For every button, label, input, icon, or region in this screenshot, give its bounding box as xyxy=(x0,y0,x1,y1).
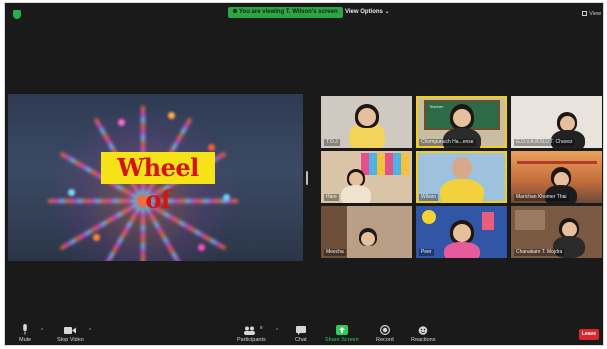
participants-count: 9 xyxy=(260,325,263,330)
participant-video xyxy=(562,222,577,237)
participant-tile[interactable]: Teacher Chompunuch Ha...ense xyxy=(416,96,507,148)
share-screen-button[interactable]: Share Screen xyxy=(325,325,359,343)
participant-video xyxy=(452,157,472,179)
record-icon xyxy=(379,325,390,335)
decoration-background xyxy=(422,210,436,224)
microphone-icon xyxy=(23,324,27,335)
participant-video xyxy=(560,116,575,131)
bridge-background xyxy=(517,161,597,164)
poster-background xyxy=(361,153,409,175)
video-options-caret[interactable]: ^ xyxy=(89,328,91,334)
participant-tile[interactable]: Peer xyxy=(416,206,507,258)
participant-gallery: T.O.J Teacher Chompunuch Ha...ense G.D.V… xyxy=(321,96,603,258)
participant-video xyxy=(341,185,371,203)
screen-share-banner: You are viewing T. Wilson's screen xyxy=(228,7,343,18)
participant-video xyxy=(361,232,375,246)
shield-icon[interactable] xyxy=(13,10,21,19)
shared-screen-view: Wheel of xyxy=(8,94,303,261)
participant-tile[interactable]: G.D.V.A.R.N.U.T. Chavez xyxy=(511,96,602,148)
participant-name: Wilson xyxy=(419,194,439,201)
participant-video xyxy=(349,172,363,186)
participant-name: Meecha xyxy=(324,249,346,256)
wheel-light xyxy=(168,112,175,119)
participant-name: T.O.J xyxy=(324,139,340,146)
participants-icon xyxy=(244,326,256,335)
smiley-icon xyxy=(418,326,428,335)
wheel-light xyxy=(68,189,75,196)
participant-tile[interactable]: Meecha xyxy=(321,206,412,258)
chat-bubble-icon xyxy=(295,326,306,335)
wheel-light xyxy=(208,144,215,151)
bookshelf-background xyxy=(515,210,545,230)
share-screen-icon xyxy=(335,325,348,335)
mute-button[interactable]: Mute xyxy=(19,324,31,343)
participant-name: Chanakarn T. Mojdra xyxy=(514,249,565,256)
participant-tile[interactable]: Marichan Khomer Thai xyxy=(511,151,602,203)
audio-options-caret[interactable]: ^ xyxy=(41,328,43,334)
decoration-background xyxy=(482,212,494,230)
participant-tile[interactable]: T.O.J xyxy=(321,96,412,148)
participant-name: Chompunuch Ha...ense xyxy=(419,139,476,146)
wheel-light xyxy=(118,119,125,126)
participant-video xyxy=(453,224,471,242)
zoom-meeting-window: You are viewing T. Wilson's screen View … xyxy=(4,2,604,346)
participant-name: G.D.V.A.R.N.U.T. Chavez xyxy=(514,139,575,146)
participant-video xyxy=(453,109,471,127)
reactions-button[interactable]: Reactions xyxy=(411,325,435,343)
participant-video xyxy=(444,242,480,258)
participant-tile[interactable]: Chanakarn T. Mojdra xyxy=(511,206,602,258)
participant-name: Peer xyxy=(419,249,434,256)
participant-tile[interactable]: Hare xyxy=(321,151,412,203)
participant-tile[interactable]: Wilson xyxy=(416,151,507,203)
participant-name: Hare xyxy=(324,194,339,201)
wheel-light xyxy=(223,194,230,201)
wheel-light xyxy=(198,244,205,251)
split-divider-handle[interactable] xyxy=(306,171,308,185)
record-button[interactable]: Record xyxy=(376,325,394,343)
participant-name: Marichan Khomer Thai xyxy=(514,194,569,201)
share-indicator-icon xyxy=(233,9,237,14)
chat-button[interactable]: Chat xyxy=(295,326,307,343)
wheel-spoke xyxy=(48,199,143,203)
participants-options-caret[interactable]: ^ xyxy=(276,328,278,334)
top-bar: You are viewing T. Wilson's screen View … xyxy=(5,3,603,21)
participant-video xyxy=(358,108,376,126)
stop-video-button[interactable]: Stop Video xyxy=(57,326,84,343)
participant-video xyxy=(440,179,484,203)
video-camera-icon xyxy=(64,327,77,334)
slide-title: Wheel of xyxy=(101,152,215,214)
grid-icon xyxy=(582,11,588,17)
view-button[interactable]: View xyxy=(582,11,601,17)
view-options-menu[interactable]: View Options ⌄ xyxy=(345,7,390,18)
meeting-toolbar: Mute ^ Stop Video ^ Participants 9 ^ Cha… xyxy=(5,317,603,345)
wheel-light xyxy=(93,234,100,241)
leave-button[interactable]: Leave xyxy=(579,329,599,340)
